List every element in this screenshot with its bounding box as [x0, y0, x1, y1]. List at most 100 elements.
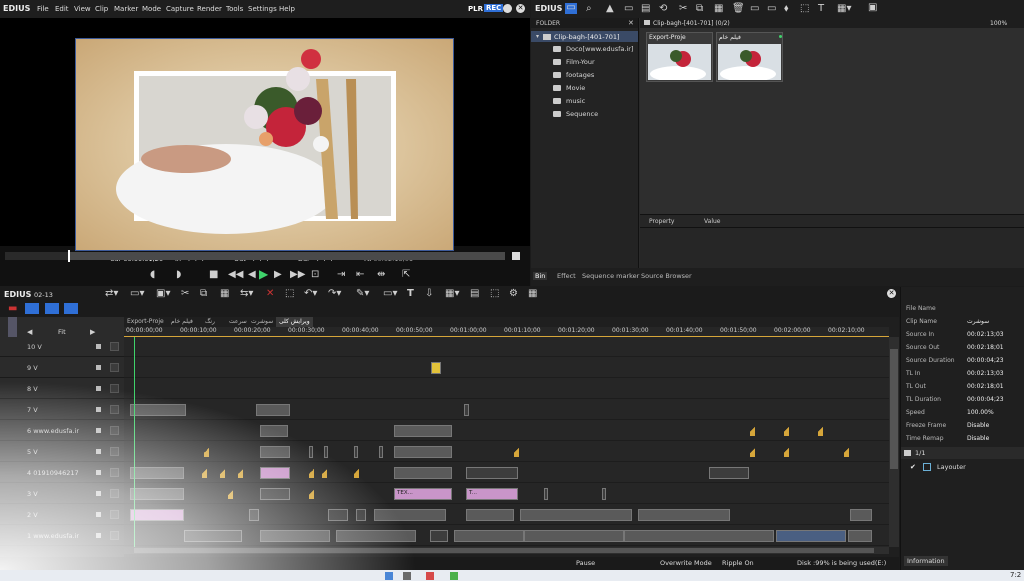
loop-icon[interactable]: ⊡ [311, 270, 319, 280]
transition-marker[interactable] [322, 468, 327, 478]
taskbar-app-icon[interactable] [403, 572, 411, 580]
track-lock-icon[interactable] [110, 405, 119, 414]
track-lock-icon[interactable] [110, 468, 119, 477]
cut-icon[interactable]: ✂ [181, 289, 189, 299]
timeline-clip[interactable] [336, 530, 416, 542]
track-8v[interactable]: 8 V [0, 379, 124, 399]
menu-settings[interactable]: Settings [248, 5, 277, 13]
track-lock-icon[interactable] [110, 447, 119, 456]
sequence-tab[interactable]: سرعت [226, 317, 250, 327]
player-scrub-bar[interactable] [5, 250, 505, 262]
menu-clip[interactable]: Clip [95, 5, 108, 13]
sequence-tab-active[interactable]: ویرایش کلی [276, 317, 313, 327]
vertical-scrollbar[interactable] [889, 337, 899, 547]
transition-marker[interactable] [238, 468, 243, 478]
timeline-clip[interactable] [356, 509, 366, 521]
timeline-clip[interactable] [309, 446, 313, 458]
taskbar-app-icon[interactable] [426, 572, 434, 580]
checkbox-icon[interactable] [96, 533, 101, 538]
redo-icon[interactable]: ↷▾ [328, 289, 341, 299]
timeline-clip[interactable] [354, 446, 358, 458]
tab-effect[interactable]: Effect [557, 272, 576, 280]
folder-footages[interactable]: footages [553, 71, 638, 81]
track-4[interactable]: 4 01910946217 [0, 463, 124, 483]
checkbox-icon[interactable] [96, 344, 101, 349]
transition-marker[interactable] [844, 447, 849, 457]
insert-icon[interactable]: ⇥ [337, 270, 345, 280]
track-10v[interactable]: 10 V [0, 337, 124, 357]
set-in-icon[interactable]: ◖ [150, 270, 155, 280]
layouter-row[interactable]: ✔ Layouter [901, 461, 1024, 473]
show-recorder-icon[interactable]: ▭ [767, 4, 776, 14]
timeline-clip[interactable] [256, 404, 290, 416]
scrub-end-icon[interactable] [512, 252, 520, 260]
folder-music[interactable]: music [553, 97, 638, 107]
menu-marker[interactable]: Marker [114, 5, 138, 13]
transition-marker[interactable] [514, 447, 519, 457]
track-7v[interactable]: 7 V [0, 400, 124, 420]
checkbox-icon[interactable] [96, 470, 101, 475]
transition-marker[interactable] [309, 468, 314, 478]
folder-close-icon[interactable]: ✕ [628, 19, 634, 27]
timeline-clip[interactable] [430, 530, 448, 542]
timeline-clip[interactable] [638, 509, 730, 521]
track-6[interactable]: 6 www.edusfa.ir [0, 421, 124, 441]
export-icon[interactable]: ⇩ [425, 289, 433, 299]
settings-icon[interactable]: ⚙ [509, 289, 518, 299]
timeline-clip[interactable] [544, 488, 548, 500]
menu-view[interactable]: View [74, 5, 91, 13]
title-icon[interactable]: T [818, 4, 824, 14]
add-clip-icon[interactable]: ▤ [641, 4, 650, 14]
show-player-icon[interactable]: ▭ [750, 4, 759, 14]
timeline-close-icon[interactable]: ✕ [887, 289, 896, 298]
timeline-clip[interactable] [130, 488, 184, 500]
open-folder-icon[interactable]: ▭ [624, 4, 633, 14]
scrub-handle[interactable] [68, 250, 70, 262]
zoom-right-icon[interactable]: ▶ [90, 327, 95, 337]
transition-marker[interactable] [354, 468, 359, 478]
folder-sequence[interactable]: Sequence [553, 110, 638, 120]
check-icon[interactable]: ✔ [910, 463, 916, 471]
timeline-clip[interactable] [328, 509, 348, 521]
timeline-clip[interactable] [464, 404, 469, 416]
delete-icon[interactable]: ✕ [266, 289, 274, 299]
transition-marker[interactable] [784, 447, 789, 457]
transition-marker[interactable] [204, 447, 209, 457]
checkbox-icon[interactable] [96, 428, 101, 433]
sequence-tab[interactable]: فیلم خام [168, 317, 196, 327]
set-out-icon[interactable]: ◗ [176, 270, 181, 280]
transition-marker[interactable] [309, 489, 314, 499]
transition-marker[interactable] [750, 447, 755, 457]
delete-icon[interactable]: 🗑 [732, 4, 745, 14]
timeline-clip[interactable] [848, 530, 872, 542]
tab-information[interactable]: Information [904, 556, 948, 566]
track-5v[interactable]: 5 V [0, 442, 124, 462]
search-icon[interactable]: ⌕ [586, 4, 592, 14]
track-lock-icon[interactable] [110, 510, 119, 519]
group-icon[interactable] [45, 303, 59, 314]
title-icon[interactable]: T [407, 289, 414, 299]
timeline-clip[interactable] [379, 446, 383, 458]
timeline-clip-t[interactable]: T... [466, 488, 518, 500]
timeline-clip-tex[interactable]: TEX... [394, 488, 452, 500]
set-in-out-icon[interactable]: ⬚ [285, 289, 294, 299]
menu-mode[interactable]: Mode [142, 5, 161, 13]
rewind-icon[interactable]: ◀◀ [228, 270, 243, 280]
menu-capture[interactable]: Capture [166, 5, 194, 13]
checkbox-icon[interactable] [96, 386, 101, 391]
folder-film-your[interactable]: Film-Your [553, 58, 638, 68]
sequence-tab[interactable]: سوشرت [248, 317, 276, 327]
paste-icon[interactable]: ▦ [220, 289, 229, 299]
properties-icon[interactable]: ⬚ [800, 4, 809, 14]
timeline-clip[interactable] [524, 530, 624, 542]
sync-lock-icon[interactable] [25, 303, 39, 314]
folder-movie[interactable]: Movie [553, 84, 638, 94]
timeline-clip[interactable] [260, 488, 290, 500]
zoom-fit[interactable]: Fit [58, 328, 66, 336]
scroll-thumb[interactable] [890, 349, 898, 469]
track-lock-icon[interactable] [110, 342, 119, 351]
step-forward-icon[interactable]: ▶ [274, 270, 282, 280]
copy-icon[interactable]: ⧉ [696, 4, 703, 14]
checkbox-icon[interactable] [96, 512, 101, 517]
tab-bin[interactable]: Bin [533, 272, 548, 280]
